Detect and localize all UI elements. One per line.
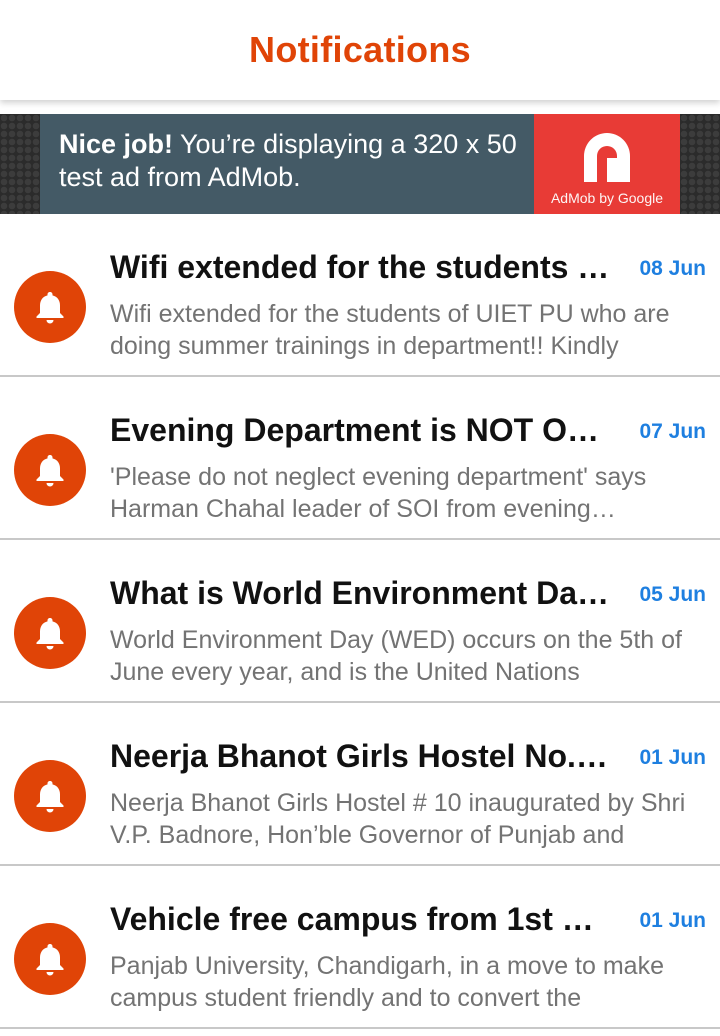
- notification-date: 01 Jun: [639, 746, 706, 769]
- ad-logo-caption: AdMob by Google: [550, 190, 664, 206]
- notification-body: Panjab University, Chandigarh, in a move…: [110, 952, 664, 1012]
- notification-date: 05 Jun: [639, 583, 706, 606]
- ad-banner[interactable]: Nice job! You’re displaying a 320 x 50 t…: [40, 114, 680, 214]
- notification-date: 07 Jun: [639, 420, 706, 443]
- notification-body: 'Please do not neglect evening departmen…: [110, 463, 647, 523]
- bell-icon: [14, 597, 86, 669]
- notification-list: Wifi extended for the students of UIET P…: [0, 214, 720, 1029]
- notification-date: 01 Jun: [639, 909, 706, 932]
- notification-body: World Environment Day (WED) occurs on th…: [110, 626, 682, 686]
- admob-logo-icon: [584, 133, 630, 182]
- ad-bold-text: Nice job!: [59, 129, 174, 159]
- ad-logo[interactable]: AdMob by Google: [534, 114, 680, 214]
- notification-item[interactable]: Neerja Bhanot Girls Hostel No. 10 inaugu…: [0, 703, 720, 866]
- notification-date: 08 Jun: [639, 257, 706, 280]
- bell-icon: [14, 434, 86, 506]
- bell-icon: [14, 271, 86, 343]
- notification-item[interactable]: Wifi extended for the students of UIET P…: [0, 214, 720, 377]
- page-title: Notifications: [249, 29, 471, 70]
- notification-body: Wifi extended for the students of UIET P…: [110, 300, 670, 360]
- bell-icon: [14, 760, 86, 832]
- notification-title: Wifi extended for the students of UIET P…: [110, 249, 610, 285]
- notification-title: Evening Department is NOT OK says SOI: [110, 412, 610, 448]
- notification-title: Neerja Bhanot Girls Hostel No. 10 inaugu…: [110, 738, 610, 774]
- notification-item[interactable]: What is World Environment Day? 05 Jun Wo…: [0, 540, 720, 703]
- notification-body: Neerja Bhanot Girls Hostel # 10 inaugura…: [110, 789, 686, 849]
- ad-strip: Nice job! You’re displaying a 320 x 50 t…: [0, 114, 720, 214]
- notification-item[interactable]: Vehicle free campus from 1st July 01 Jun…: [0, 866, 720, 1029]
- app-header: Notifications: [0, 0, 720, 100]
- bell-icon: [14, 923, 86, 995]
- notification-title: Vehicle free campus from 1st July: [110, 901, 610, 937]
- notification-title: What is World Environment Day?: [110, 575, 610, 611]
- ad-text[interactable]: Nice job! You’re displaying a 320 x 50 t…: [40, 114, 534, 214]
- notification-item[interactable]: Evening Department is NOT OK says SOI 07…: [0, 377, 720, 540]
